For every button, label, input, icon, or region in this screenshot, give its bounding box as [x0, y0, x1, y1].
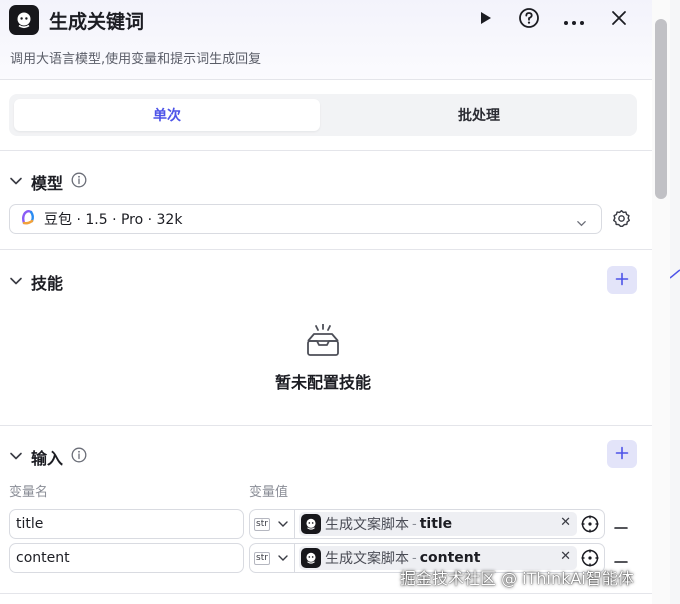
doubao-logo-icon: [20, 209, 36, 229]
clear-icon[interactable]: ✕: [560, 549, 571, 564]
divider: [0, 425, 652, 426]
divider: [0, 79, 652, 80]
mode-tabs: 单次 批处理: [9, 94, 637, 136]
scrollbar-thumb[interactable]: [655, 19, 667, 199]
empty-skills-text: 暂未配置技能: [274, 373, 371, 392]
info-icon[interactable]: [71, 172, 87, 192]
minus-icon: [614, 515, 628, 534]
model-section-header[interactable]: 模型: [9, 170, 87, 194]
close-button[interactable]: [606, 7, 632, 33]
model-settings-button[interactable]: [612, 209, 631, 232]
info-icon[interactable]: [71, 447, 87, 467]
column-header-value: 变量值: [249, 485, 289, 500]
variable-picker-icon[interactable]: [581, 515, 599, 537]
clear-icon[interactable]: ✕: [560, 515, 571, 530]
skills-section-header[interactable]: 技能: [9, 270, 63, 294]
source-node-icon: [301, 514, 321, 534]
node-title[interactable]: 生成关键词: [49, 7, 144, 34]
reference-separator: -: [412, 550, 417, 566]
add-skill-button[interactable]: [607, 266, 637, 294]
variable-type-select[interactable]: str: [249, 509, 295, 539]
add-input-button[interactable]: [607, 440, 637, 468]
chevron-down-icon: [9, 273, 23, 292]
section-title: 技能: [31, 274, 64, 293]
divider: [0, 593, 652, 594]
node-description[interactable]: 调用大语言模型,使用变量和提示词生成回复: [10, 48, 261, 67]
reference-chip[interactable]: 生成文案脚本 - title ✕: [299, 512, 577, 536]
watermark-text: 掘金技术社区 @ iThinkAi智能体: [400, 569, 634, 588]
selected-model: 豆包 · 1.5 · Pro · 32k: [44, 212, 183, 228]
model-select[interactable]: 豆包 · 1.5 · Pro · 32k: [9, 204, 602, 234]
section-title: 输入: [31, 449, 64, 468]
reference-field-name: content: [419, 550, 481, 566]
workflow-canvas: [670, 0, 680, 604]
more-icon: [563, 11, 585, 30]
divider: [0, 249, 652, 250]
node-config-panel: 生成关键词 调用大语言模型,使用变量和提示词生成回复 单次 批处理 模型 豆包 …: [0, 0, 652, 604]
plus-icon: [615, 271, 629, 290]
empty-box-icon: [305, 323, 341, 362]
reference-field-name: title: [419, 516, 453, 532]
reference-node-name: 生成文案脚本: [325, 551, 409, 567]
plus-icon: [615, 445, 629, 464]
help-button[interactable]: [516, 7, 542, 33]
type-tag: str: [254, 517, 270, 531]
divider: [0, 150, 652, 151]
variable-name-input[interactable]: content: [9, 543, 244, 573]
chevron-down-icon: [576, 214, 587, 233]
chevron-down-icon: [9, 448, 23, 467]
tab-batch[interactable]: 批处理: [326, 99, 632, 131]
remove-row-button[interactable]: [612, 515, 630, 533]
help-icon: [518, 7, 540, 33]
gear-icon: [612, 209, 631, 232]
chevron-down-icon: [277, 518, 289, 530]
reference-separator: -: [412, 516, 417, 532]
more-button[interactable]: [561, 7, 587, 33]
chevron-down-icon: [9, 173, 23, 192]
play-icon: [477, 10, 493, 30]
chevron-down-icon: [277, 552, 289, 564]
input-section-header[interactable]: 输入: [9, 445, 87, 469]
close-icon: [611, 10, 627, 30]
llm-node-icon: [9, 5, 39, 35]
variable-name-input[interactable]: title: [9, 509, 244, 539]
variable-value-field[interactable]: 生成文案脚本 - title ✕: [295, 509, 605, 539]
variable-type-select[interactable]: str: [249, 543, 295, 573]
tab-single[interactable]: 单次: [14, 99, 320, 131]
source-node-icon: [301, 548, 321, 568]
column-header-name: 变量名: [9, 485, 49, 500]
section-title: 模型: [31, 174, 64, 193]
run-button[interactable]: [472, 7, 498, 33]
type-tag: str: [254, 551, 270, 565]
reference-node-name: 生成文案脚本: [325, 517, 409, 533]
